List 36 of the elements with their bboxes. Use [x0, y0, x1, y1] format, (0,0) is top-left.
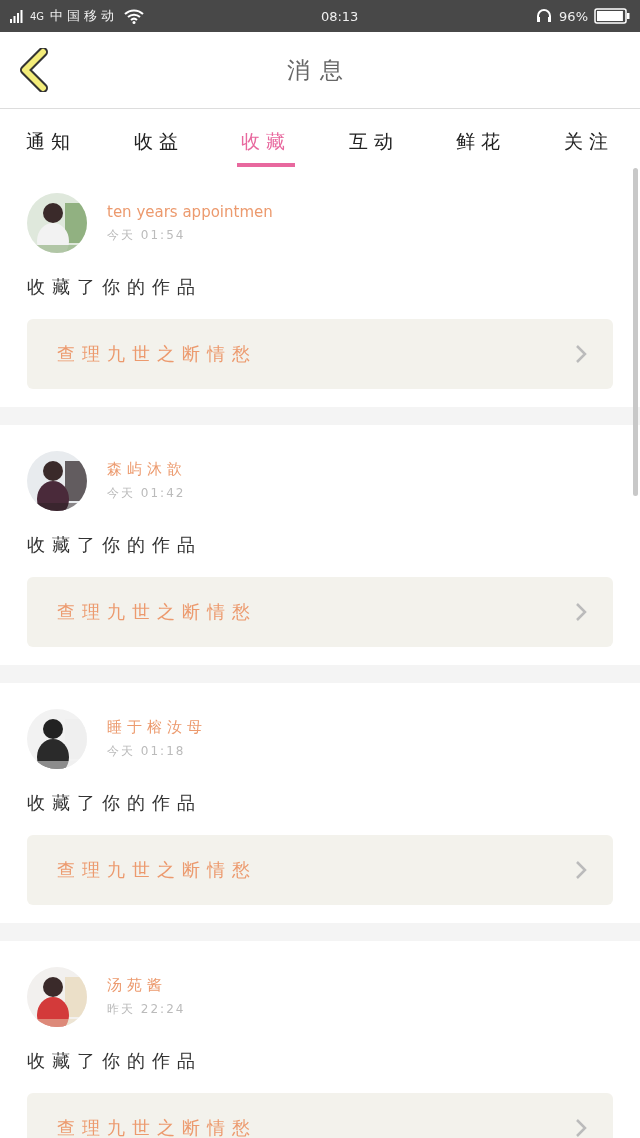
user-name[interactable]: 睡于榕汝母	[107, 718, 207, 737]
work-link[interactable]: 查理九世之断情愁	[27, 835, 613, 905]
chevron-right-icon	[575, 1118, 587, 1138]
tab[interactable]: 通知	[22, 109, 80, 167]
tab[interactable]: 关注	[559, 109, 618, 167]
message-time: 今天 01:54	[107, 226, 187, 244]
page-title: 消息	[287, 55, 353, 85]
chevron-right-icon	[575, 602, 587, 622]
tab[interactable]: 收藏	[237, 109, 296, 167]
tab[interactable]: 互动	[344, 109, 403, 167]
user-name[interactable]: 汤苑酱	[107, 976, 186, 995]
message-time: 今天 01:18	[107, 743, 187, 760]
clock: 08:13	[320, 8, 359, 24]
signal-icon	[10, 9, 24, 23]
tab[interactable]: 鲜花	[452, 109, 511, 167]
message-text: 收藏了你的作品	[27, 791, 203, 815]
headset-icon	[535, 7, 554, 25]
network-type: 4G	[30, 10, 45, 22]
battery-percent: 96%	[559, 8, 588, 24]
work-link[interactable]: 查理九世之断情愁	[27, 577, 613, 647]
tab[interactable]: 收益	[129, 109, 188, 167]
chevron-left-icon	[17, 48, 51, 92]
battery-icon	[594, 8, 630, 24]
chevron-right-icon	[575, 860, 587, 880]
message-text: 收藏了你的作品	[27, 1049, 203, 1073]
message-text: 收藏了你的作品	[27, 275, 203, 299]
user-name[interactable]: 森屿沐歆	[107, 460, 187, 479]
message-text: 收藏了你的作品	[27, 533, 203, 557]
work-link[interactable]: 查理九世之断情愁	[27, 319, 613, 389]
message-time: 今天 01:42	[107, 485, 187, 502]
work-link[interactable]: 查理九世之断情愁	[27, 1093, 613, 1138]
chevron-right-icon	[575, 344, 587, 364]
carrier-name: 中国移动	[50, 7, 119, 25]
user-name[interactable]: ten years appointmen	[107, 202, 273, 221]
wifi-icon	[124, 8, 145, 24]
message-time: 昨天 22:24	[107, 1001, 186, 1018]
